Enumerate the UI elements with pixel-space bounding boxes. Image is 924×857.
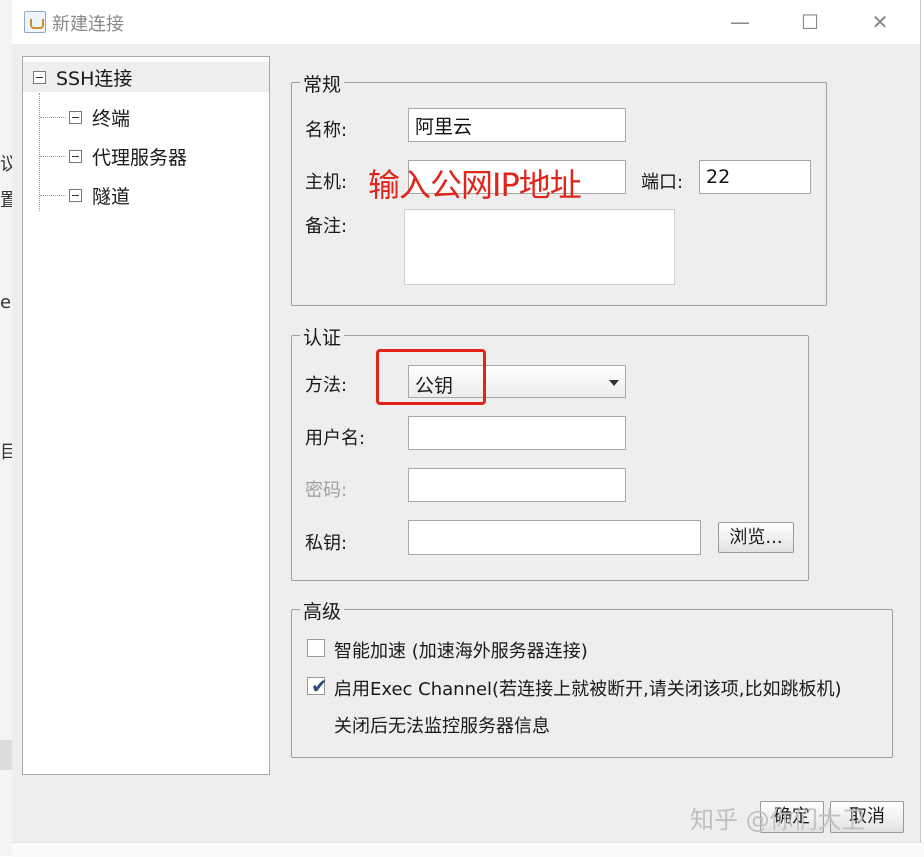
tree-item-tunnel[interactable]: 隧道 — [69, 180, 130, 210]
name-label: 名称: — [305, 120, 348, 141]
port-input[interactable] — [699, 160, 811, 194]
dropdown-arrow-icon — [609, 380, 619, 386]
window-title: 新建连接 — [52, 14, 124, 35]
tree-item-label: SSH连接 — [56, 67, 133, 90]
notes-label: 备注: — [305, 216, 348, 237]
exec-channel-note: 关闭后无法监控服务器信息 — [334, 716, 550, 737]
checkmark-icon: ✔ — [311, 674, 328, 698]
background-app-strip — [0, 0, 12, 856]
tree-connector — [40, 156, 66, 157]
name-input[interactable] — [408, 108, 626, 142]
private-key-input[interactable] — [408, 520, 701, 555]
username-input[interactable] — [408, 416, 626, 450]
close-icon[interactable]: ✕ — [860, 6, 900, 38]
browse-button[interactable]: 浏览... — [718, 522, 794, 553]
exec-channel-label: 启用Exec Channel(若连接上就被断开,请关闭该项,比如跳板机) — [334, 679, 842, 700]
tree-connector — [40, 117, 66, 118]
private-key-label: 私钥: — [305, 533, 348, 554]
notes-textarea[interactable] — [404, 209, 675, 285]
host-hint-annotation: 输入公网IP地址 — [368, 166, 582, 204]
advanced-group-title: 高级 — [300, 597, 345, 624]
tree-item-label: 代理服务器 — [92, 146, 188, 169]
tree-item-ssh[interactable]: SSH连接 — [23, 62, 269, 92]
tree-item-label: 隧道 — [92, 185, 131, 208]
auth-group-title: 认证 — [300, 323, 345, 350]
watermark: 知乎 @你们大卫 — [690, 806, 866, 834]
tree-item-proxy[interactable]: 代理服务器 — [69, 141, 187, 171]
tree-item-label: 终端 — [92, 107, 131, 130]
password-input[interactable] — [408, 468, 626, 502]
collapse-icon[interactable] — [33, 70, 46, 84]
background-scroll-edge — [0, 740, 12, 770]
collapse-icon[interactable] — [69, 149, 82, 163]
tree-item-terminal[interactable]: 终端 — [69, 102, 130, 132]
settings-tree: SSH连接 终端 代理服务器 隧道 — [22, 56, 270, 775]
general-group-title: 常规 — [300, 70, 345, 97]
smart-accel-checkbox[interactable] — [307, 639, 325, 657]
smart-accel-label: 智能加速 (加速海外服务器连接) — [334, 641, 588, 662]
java-app-icon — [24, 11, 46, 33]
background-app-bottom — [12, 842, 924, 857]
maximize-icon[interactable]: ☐ — [790, 6, 830, 38]
collapse-icon[interactable] — [69, 110, 82, 124]
collapse-icon[interactable] — [69, 188, 82, 202]
tree-connector — [40, 195, 66, 196]
port-label: 端口: — [641, 172, 684, 193]
method-label: 方法: — [305, 375, 348, 396]
method-highlight-box — [376, 349, 486, 405]
title-bar: 新建连接 — ☐ ✕ — [12, 0, 920, 44]
host-label: 主机: — [305, 172, 348, 193]
minimize-icon[interactable]: — — [720, 6, 760, 38]
tree-connector — [39, 93, 40, 211]
new-connection-dialog: 新建连接 — ☐ ✕ SSH连接 终端 代理服务器 隧道 常规 名称: 主机: — [12, 0, 921, 842]
password-label: 密码: — [305, 480, 348, 501]
username-label: 用户名: — [305, 428, 366, 449]
exec-channel-checkbox[interactable]: ✔ — [307, 674, 328, 698]
